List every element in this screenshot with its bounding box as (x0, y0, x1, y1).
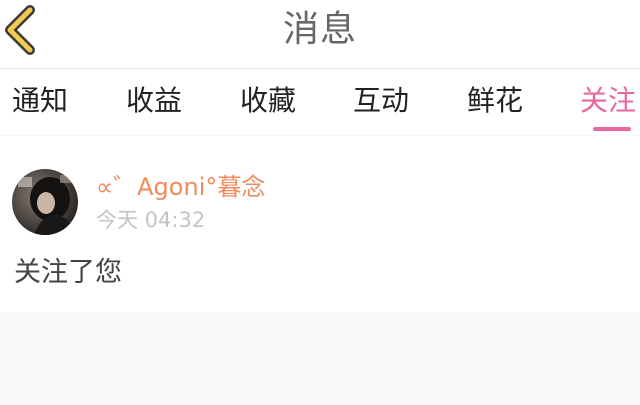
tab-flowers[interactable]: 鲜花 (467, 83, 523, 119)
tab-bar: 通知 收益 收藏 互动 鲜花 关注 (0, 69, 640, 135)
header-bar: 消息 (0, 0, 640, 69)
messages-page: 消息 通知 收益 收藏 互动 鲜花 关注 ∝゛Agoni°暮念 今天 04:32… (0, 0, 640, 405)
notification-item[interactable]: ∝゛Agoni°暮念 今天 04:32 关注了您 (0, 136, 640, 312)
tab-earnings[interactable]: 收益 (126, 83, 182, 119)
tab-notifications[interactable]: 通知 (12, 83, 68, 119)
user-name[interactable]: ∝゛Agoni°暮念 (96, 172, 265, 202)
tab-interactions[interactable]: 互动 (353, 83, 409, 119)
tab-favorites[interactable]: 收藏 (240, 83, 296, 119)
timestamp: 今天 04:32 (96, 208, 206, 232)
tab-follows[interactable]: 关注 (580, 83, 636, 119)
active-tab-indicator (593, 127, 631, 131)
page-title: 消息 (282, 9, 357, 50)
notification-message: 关注了您 (14, 257, 122, 288)
user-avatar[interactable] (12, 169, 78, 235)
avatar-image (12, 169, 78, 235)
